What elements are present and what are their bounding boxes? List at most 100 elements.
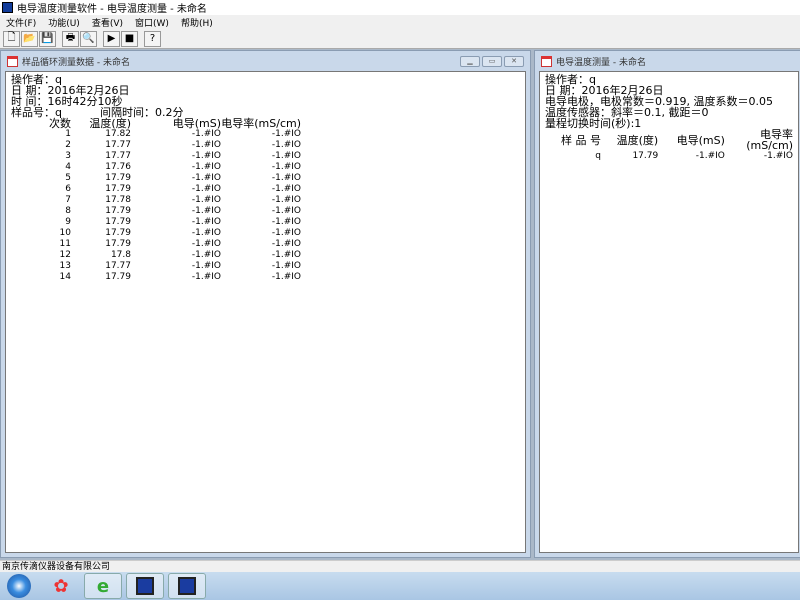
print-preview-icon[interactable]: 🔍 xyxy=(80,30,97,47)
table-row: q 17.79 -1.#IO -1.#IO xyxy=(545,151,793,162)
print-icon[interactable]: 🖶 xyxy=(62,30,79,47)
table-cell: -1.#IO xyxy=(271,250,301,260)
table-cell: -1.#IO xyxy=(191,261,221,271)
table-cell: -1.#IO xyxy=(271,261,301,271)
table-cell: -1.#IO xyxy=(191,228,221,238)
help-icon[interactable]: ? xyxy=(144,30,161,47)
column-header: 电导(mS) xyxy=(172,117,221,130)
measurement-table: 样 品 号 温度(度) 电导(mS) 电导率(mS/cm) q 17.79 -1.#IO -1… xyxy=(545,129,793,162)
table-cell: 17.79 xyxy=(105,173,131,183)
table-row: 14 17.79 -1.#IO -1.#IO xyxy=(11,272,301,283)
time-line: 时 间：16时42分10秒 xyxy=(11,95,123,108)
table-cell: 9 xyxy=(65,217,71,227)
menu-item[interactable]: 查看(V) xyxy=(86,16,129,29)
table-cell: 17.8 xyxy=(110,250,131,260)
table-cell: 5 xyxy=(65,173,71,183)
table-cell: 17.77 xyxy=(105,261,131,271)
menu-item[interactable]: 文件(F) xyxy=(0,16,42,29)
table-cell: -1.#IO xyxy=(271,228,301,238)
table-cell: 6 xyxy=(65,184,71,194)
table-cell: -1.#IO xyxy=(191,140,221,150)
table-cell: -1.#IO xyxy=(271,162,301,172)
new-file-icon[interactable]: 🗋 xyxy=(3,30,20,47)
table-cell: 4 xyxy=(65,162,71,172)
menu-item[interactable]: 功能(U) xyxy=(42,16,86,29)
taskbar-app-icon[interactable] xyxy=(126,573,164,599)
maximize-button[interactable]: ▭ xyxy=(482,56,502,67)
table-cell: 13 xyxy=(59,261,71,271)
table-cell: 17.76 xyxy=(105,162,131,172)
table-cell: -1.#IO xyxy=(191,162,221,172)
app-icon xyxy=(2,2,13,13)
column-header: 次数 xyxy=(49,117,71,130)
table-row: 4 17.76 -1.#IO -1.#IO xyxy=(11,162,301,173)
app-title: 电导温度测量软件 - 电导温度测量 - 未命名 xyxy=(17,4,207,15)
table-row: 12 17.8 -1.#IO -1.#IO xyxy=(11,250,301,261)
table-cell: -1.#IO xyxy=(191,272,221,282)
stop-icon[interactable]: ■ xyxy=(121,30,138,47)
app-icon-colorful[interactable]: ✿ xyxy=(42,573,80,599)
table-row: 13 17.77 -1.#IO -1.#IO xyxy=(11,261,301,272)
mdi-area: 样品循环测量数据 - 未命名 ▁ ▭ ✕ 操作者：q 日 期：2016年2月26日 … xyxy=(0,49,800,560)
taskbar-app-icon[interactable] xyxy=(168,573,206,599)
table-row: 6 17.79 -1.#IO -1.#IO xyxy=(11,184,301,195)
table-cell: 17.77 xyxy=(105,151,131,161)
table-row: 11 17.79 -1.#IO -1.#IO xyxy=(11,239,301,250)
column-header: 样 品 号 xyxy=(561,133,601,147)
play-icon[interactable]: ▶ xyxy=(103,30,120,47)
table-cell: -1.#IO xyxy=(271,195,301,205)
table-cell: 17.79 xyxy=(105,272,131,282)
info-line: 量程切换时间(秒):1 xyxy=(545,117,642,130)
column-header: 温度(度) xyxy=(89,117,131,130)
table-cell: 17.79 xyxy=(105,239,131,249)
close-button[interactable]: ✕ xyxy=(504,56,524,67)
menu-item[interactable]: 窗口(W) xyxy=(129,16,175,29)
document-icon xyxy=(7,55,18,67)
table-cell: -1.#IO xyxy=(271,140,301,150)
menu-bar: 文件(F) 功能(U) 查看(V) 窗口(W) 帮助(H) xyxy=(0,15,800,29)
open-folder-icon[interactable]: 📂 xyxy=(21,30,38,47)
table-cell: -1.#IO xyxy=(191,239,221,249)
table-cell: 17.77 xyxy=(105,140,131,150)
menu-item[interactable]: 帮助(H) xyxy=(175,16,219,29)
toolbar: 🗋 📂 💾 🖶 🔍 ▶ ■? xyxy=(0,29,800,49)
window-cycle-data[interactable]: 样品循环测量数据 - 未命名 ▁ ▭ ✕ 操作者：q 日 期：2016年2月26日 … xyxy=(0,50,531,558)
table-cell: -1.#IO xyxy=(695,151,725,161)
cycle-data-table: 次数 温度(度) 电导(mS) 电导率(mS/cm) 1 17.82 -1.#IO -1.#I… xyxy=(11,118,301,283)
table-cell: -1.#IO xyxy=(271,129,301,139)
status-bar: 南京传滴仪器设备有限公司 xyxy=(0,560,800,572)
table-cell: 14 xyxy=(59,272,71,282)
table-cell: q xyxy=(595,151,601,161)
column-header: 电导(mS) xyxy=(676,133,725,147)
table-row: 2 17.77 -1.#IO -1.#IO xyxy=(11,140,301,151)
taskbar: ✿ e xyxy=(0,572,800,600)
minimize-button[interactable]: ▁ xyxy=(460,56,480,67)
window-title: 电导温度测量 - 未命名 xyxy=(556,57,646,68)
table-cell: -1.#IO xyxy=(191,250,221,260)
column-header: 电导率(mS/cm) xyxy=(221,117,301,130)
table-cell: -1.#IO xyxy=(191,184,221,194)
table-cell: -1.#IO xyxy=(191,195,221,205)
table-cell: -1.#IO xyxy=(271,173,301,183)
start-button[interactable] xyxy=(0,573,38,599)
column-header: 温度(度) xyxy=(616,133,659,147)
save-icon[interactable]: 💾 xyxy=(39,30,56,47)
table-row: 1 17.82 -1.#IO -1.#IO xyxy=(11,129,301,140)
table-cell: 7 xyxy=(65,195,71,205)
table-cell: -1.#IO xyxy=(763,151,793,161)
table-cell: -1.#IO xyxy=(191,217,221,227)
browser-icon[interactable]: e xyxy=(84,573,122,599)
table-cell: -1.#IO xyxy=(271,151,301,161)
table-cell: 17.82 xyxy=(105,129,131,139)
window-measurement[interactable]: 电导温度测量 - 未命名 操作者：q 日 期：2016年2月26日 电导电极，电极常… xyxy=(534,50,800,558)
table-cell: 1 xyxy=(65,129,71,139)
measurement-content: 操作者：q 日 期：2016年2月26日 电导电极，电极常数＝0.919, 温度系数… xyxy=(539,71,799,553)
document-icon xyxy=(541,55,552,67)
table-row: 5 17.79 -1.#IO -1.#IO xyxy=(11,173,301,184)
table-cell: 10 xyxy=(59,228,71,238)
app-title-bar: 电导温度测量软件 - 电导温度测量 - 未命名 xyxy=(0,0,800,15)
table-cell: -1.#IO xyxy=(191,173,221,183)
table-cell: 17.78 xyxy=(105,195,131,205)
cycle-data-content: 操作者：q 日 期：2016年2月26日 时 间：16时42分10秒 样品号：q… xyxy=(5,71,526,553)
table-row: 3 17.77 -1.#IO -1.#IO xyxy=(11,151,301,162)
